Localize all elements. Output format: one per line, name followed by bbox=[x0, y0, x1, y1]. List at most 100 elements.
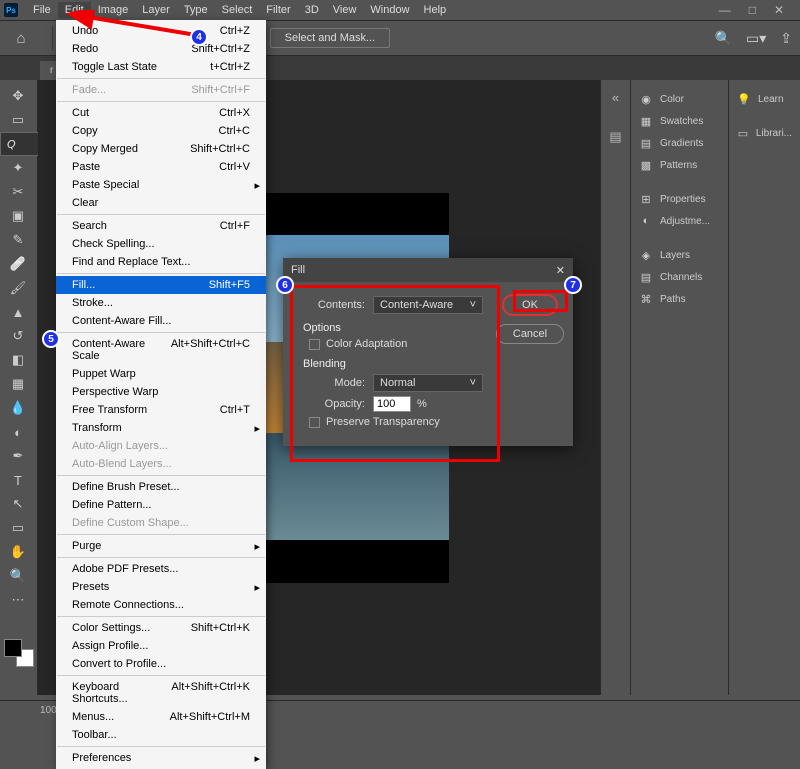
heal-tool-icon[interactable]: 🩹 bbox=[0, 252, 36, 276]
brush-tool-icon[interactable]: 🖌 bbox=[0, 276, 36, 300]
menu-item-perspective-warp[interactable]: Perspective Warp bbox=[56, 383, 266, 401]
menu-type[interactable]: Type bbox=[177, 2, 215, 18]
zoom-tool-icon[interactable]: 🔍 bbox=[0, 564, 36, 588]
close-button[interactable]: ✕ bbox=[774, 3, 784, 17]
menu-item-assign-profile-[interactable]: Assign Profile... bbox=[56, 637, 266, 655]
frame-tool-icon[interactable]: ▣ bbox=[0, 204, 36, 228]
hand-tool-icon[interactable]: ✋ bbox=[0, 540, 36, 564]
menu-item-content-aware-scale[interactable]: Content-Aware ScaleAlt+Shift+Ctrl+C bbox=[56, 335, 266, 365]
menu-item-check-spelling-[interactable]: Check Spelling... bbox=[56, 235, 266, 253]
menu-3d[interactable]: 3D bbox=[298, 2, 326, 18]
menu-item-convert-to-profile-[interactable]: Convert to Profile... bbox=[56, 655, 266, 673]
expand-icon[interactable]: « bbox=[612, 90, 619, 105]
panel-layers[interactable]: ◈Layers bbox=[631, 244, 728, 266]
menu-item-remote-connections-[interactable]: Remote Connections... bbox=[56, 596, 266, 614]
history-brush-icon[interactable]: ↺ bbox=[0, 324, 36, 348]
path-tool-icon[interactable]: ↖ bbox=[0, 492, 36, 516]
contents-dropdown[interactable]: Content-Aware˅ bbox=[373, 296, 483, 314]
preserve-checkbox[interactable] bbox=[309, 417, 320, 428]
menu-item-free-transform[interactable]: Free TransformCtrl+T bbox=[56, 401, 266, 419]
wand-tool-icon[interactable]: ✦ bbox=[0, 156, 36, 180]
menu-item-undo[interactable]: UndoCtrl+Z bbox=[56, 22, 266, 40]
dialog-title-bar[interactable]: Fill ✕ bbox=[283, 258, 573, 282]
menu-item-copy-merged[interactable]: Copy MergedShift+Ctrl+C bbox=[56, 140, 266, 158]
maximize-button[interactable]: □ bbox=[749, 3, 756, 17]
pen-tool-icon[interactable]: ✒ bbox=[0, 444, 36, 468]
stamp-tool-icon[interactable]: ▲ bbox=[0, 300, 36, 324]
menu-item-puppet-warp[interactable]: Puppet Warp bbox=[56, 365, 266, 383]
menu-item-content-aware-fill-[interactable]: Content-Aware Fill... bbox=[56, 312, 266, 330]
menu-item-menus-[interactable]: Menus...Alt+Shift+Ctrl+M bbox=[56, 708, 266, 726]
marquee-tool-icon[interactable]: ▭ bbox=[0, 108, 36, 132]
menu-item-color-settings-[interactable]: Color Settings...Shift+Ctrl+K bbox=[56, 619, 266, 637]
menu-image[interactable]: Image bbox=[91, 2, 136, 18]
panel-swatches[interactable]: ▦Swatches bbox=[631, 110, 728, 132]
menu-item-fill-[interactable]: Fill...Shift+F5 bbox=[56, 276, 266, 294]
dodge-tool-icon[interactable]: ◐ bbox=[0, 420, 36, 444]
mode-dropdown[interactable]: Normal˅ bbox=[373, 374, 483, 392]
minimize-button[interactable]: — bbox=[719, 3, 731, 17]
menu-item-paste[interactable]: PasteCtrl+V bbox=[56, 158, 266, 176]
move-tool-icon[interactable]: ✥ bbox=[0, 84, 36, 108]
eyedropper-tool-icon[interactable]: ✎ bbox=[0, 228, 36, 252]
home-icon[interactable]: ⌂ bbox=[8, 25, 34, 51]
menu-item-toggle-last-state[interactable]: Toggle Last Statet+Ctrl+Z bbox=[56, 58, 266, 76]
menu-item-paste-special[interactable]: Paste Special▸ bbox=[56, 176, 266, 194]
panel-properties[interactable]: ⊞Properties bbox=[631, 188, 728, 210]
menu-filter[interactable]: Filter bbox=[259, 2, 297, 18]
opacity-input[interactable] bbox=[373, 396, 411, 412]
panel-gradients[interactable]: ▤Gradients bbox=[631, 132, 728, 154]
menu-item-presets[interactable]: Presets▸ bbox=[56, 578, 266, 596]
color-adapt-checkbox[interactable] bbox=[309, 339, 320, 350]
history-icon[interactable]: ▤ bbox=[609, 129, 621, 145]
ok-button[interactable]: OK bbox=[502, 294, 558, 316]
menu-item-purge[interactable]: Purge▸ bbox=[56, 537, 266, 555]
menu-item-clear[interactable]: Clear bbox=[56, 194, 266, 212]
patterns-icon: ▩ bbox=[639, 158, 653, 172]
menu-select[interactable]: Select bbox=[215, 2, 260, 18]
menu-layer[interactable]: Layer bbox=[135, 2, 177, 18]
menu-item-search[interactable]: SearchCtrl+F bbox=[56, 217, 266, 235]
crop-tool-icon[interactable]: ✂ bbox=[0, 180, 36, 204]
cancel-button[interactable]: Cancel bbox=[496, 324, 564, 344]
panel-libraries[interactable]: ▭Librari... bbox=[729, 122, 800, 144]
menu-item-stroke-[interactable]: Stroke... bbox=[56, 294, 266, 312]
type-tool-icon[interactable]: T bbox=[0, 468, 36, 492]
panel-adjustments[interactable]: ◐Adjustme... bbox=[631, 210, 728, 232]
search-icon[interactable]: 🔍 bbox=[715, 30, 732, 47]
menu-item-find-and-replace-text-[interactable]: Find and Replace Text... bbox=[56, 253, 266, 271]
panel-channels[interactable]: ▤Channels bbox=[631, 266, 728, 288]
share-icon[interactable]: ⇪ bbox=[780, 30, 792, 47]
menu-item-transform[interactable]: Transform▸ bbox=[56, 419, 266, 437]
menu-item-adobe-pdf-presets-[interactable]: Adobe PDF Presets... bbox=[56, 560, 266, 578]
workspace-icon[interactable]: ▭▾ bbox=[746, 30, 766, 47]
gradient-tool-icon[interactable]: ▦ bbox=[0, 372, 36, 396]
paths-icon: ⌘ bbox=[639, 292, 653, 306]
menu-item-copy[interactable]: CopyCtrl+C bbox=[56, 122, 266, 140]
fg-color[interactable] bbox=[4, 639, 22, 657]
panel-learn[interactable]: 💡Learn bbox=[729, 88, 800, 110]
eraser-tool-icon[interactable]: ◧ bbox=[0, 348, 36, 372]
menu-item-toolbar-[interactable]: Toolbar... bbox=[56, 726, 266, 744]
panel-paths[interactable]: ⌘Paths bbox=[631, 288, 728, 310]
edit-toolbar-icon[interactable]: ⋯ bbox=[0, 588, 36, 612]
menu-edit[interactable]: Edit bbox=[58, 2, 91, 18]
menu-item-keyboard-shortcuts-[interactable]: Keyboard Shortcuts...Alt+Shift+Ctrl+K bbox=[56, 678, 266, 708]
shape-tool-icon[interactable]: ▭ bbox=[0, 516, 36, 540]
menu-view[interactable]: View bbox=[326, 2, 364, 18]
blur-tool-icon[interactable]: 💧 bbox=[0, 396, 36, 420]
dialog-close-icon[interactable]: ✕ bbox=[556, 264, 565, 277]
panel-patterns[interactable]: ▩Patterns bbox=[631, 154, 728, 176]
color-swatch[interactable] bbox=[4, 639, 34, 667]
menu-window[interactable]: Window bbox=[363, 2, 416, 18]
menu-file[interactable]: File bbox=[26, 2, 58, 18]
panel-color[interactable]: ◉Color bbox=[631, 88, 728, 110]
menu-item-define-pattern-[interactable]: Define Pattern... bbox=[56, 496, 266, 514]
menu-item-define-brush-preset-[interactable]: Define Brush Preset... bbox=[56, 478, 266, 496]
menu-item-cut[interactable]: CutCtrl+X bbox=[56, 104, 266, 122]
menu-item-preferences[interactable]: Preferences▸ bbox=[56, 749, 266, 767]
panel-label: Learn bbox=[758, 94, 784, 105]
select-and-mask-button[interactable]: Select and Mask... bbox=[270, 28, 391, 48]
menu-item-redo[interactable]: RedoShift+Ctrl+Z bbox=[56, 40, 266, 58]
menu-help[interactable]: Help bbox=[417, 2, 454, 18]
